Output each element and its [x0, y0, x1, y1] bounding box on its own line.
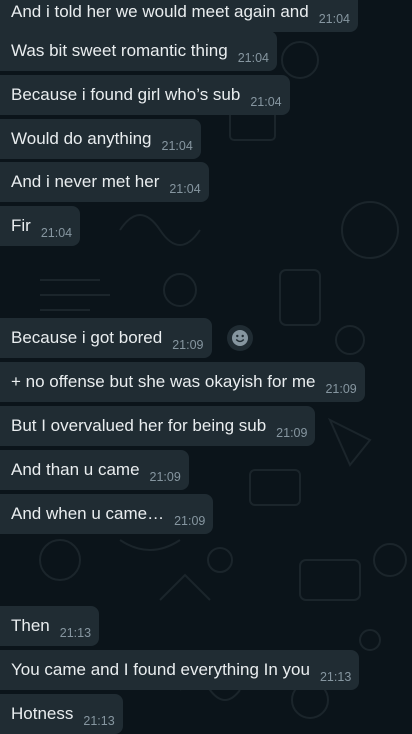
- message-bubble[interactable]: You came and I found everything In you 2…: [0, 650, 360, 690]
- message-text: You came and I found everything In you: [11, 660, 310, 679]
- message-time: 21:13: [83, 714, 115, 728]
- message-bubble[interactable]: And when u came… 21:09: [0, 494, 214, 534]
- message-text: + no offense but she was okayish for me: [11, 372, 316, 391]
- message-time: 21:13: [59, 626, 92, 640]
- message-text: And i told her we would meet again and: [11, 2, 309, 21]
- message-time: 21:04: [237, 51, 269, 65]
- message-text: Fir: [11, 216, 31, 235]
- message-text: But I overvalued her for being sub: [11, 416, 267, 435]
- message-bubble[interactable]: But I overvalued her for being sub 21:09: [0, 406, 316, 446]
- message-bubble[interactable]: And than u came 21:09: [0, 450, 189, 490]
- smiley-face-icon: [232, 330, 248, 346]
- message-text: And when u came…: [11, 504, 165, 523]
- message-bubble[interactable]: Was bit sweet romantic thing 21:04: [0, 31, 277, 71]
- message-bubble[interactable]: Hotness 21:13: [0, 694, 123, 734]
- react-button[interactable]: [227, 325, 253, 351]
- message-time: 21:09: [149, 470, 181, 484]
- message-time: 21:04: [250, 95, 282, 109]
- message-time: 21:09: [172, 338, 204, 352]
- message-bubble[interactable]: And i told her we would meet again and 2…: [0, 0, 358, 32]
- message-bubble[interactable]: Because i found girl who’s sub 21:04: [0, 75, 290, 115]
- message-time: 21:04: [40, 226, 73, 240]
- message-bubble[interactable]: Fir 21:04: [0, 206, 81, 246]
- message-text: Then: [11, 616, 50, 635]
- message-text: And than u came: [11, 460, 140, 479]
- message-text: Hotness: [11, 704, 74, 723]
- message-time: 21:13: [319, 670, 352, 684]
- message-time: 21:09: [325, 382, 357, 396]
- message-time: 21:09: [174, 514, 206, 528]
- message-text: Would do anything: [11, 129, 152, 148]
- message-text: Because i got bored: [11, 328, 163, 347]
- message-bubble[interactable]: Would do anything 21:04: [0, 119, 201, 159]
- message-text: And i never met her: [11, 172, 160, 191]
- message-bubble[interactable]: And i never met her 21:04: [0, 162, 209, 202]
- message-time: 21:04: [169, 182, 201, 196]
- message-bubble[interactable]: Then 21:13: [0, 606, 100, 646]
- message-time: 21:04: [161, 139, 193, 153]
- message-time: 21:09: [276, 426, 308, 440]
- message-text: Because i found girl who’s sub: [11, 85, 241, 104]
- message-bubble[interactable]: + no offense but she was okayish for me …: [0, 362, 365, 402]
- message-time: 21:04: [318, 12, 350, 26]
- message-text: Was bit sweet romantic thing: [11, 41, 228, 60]
- message-bubble[interactable]: Because i got bored 21:09: [0, 318, 212, 358]
